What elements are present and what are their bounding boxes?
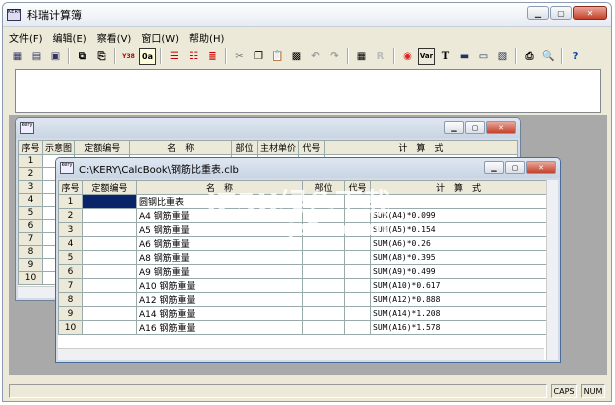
col-header-formula[interactable]: 计 算 式: [370, 180, 547, 195]
col-header-alias[interactable]: 代号: [297, 140, 325, 155]
table-row[interactable]: 3 A5 钢筋重量 SUM(A5)*0.154: [58, 222, 547, 237]
caps-indicator: CAPS: [551, 384, 577, 398]
col-header-formula[interactable]: 计 算 式: [323, 140, 518, 155]
table-row[interactable]: 5 A8 钢筋重量 SUM(A8)*0.395: [58, 250, 547, 265]
col-header-index[interactable]: 序号: [18, 140, 43, 155]
menu-edit[interactable]: 编辑(E): [53, 30, 87, 45]
var-icon[interactable]: Var: [418, 47, 435, 65]
table-row[interactable]: 6 A9 钢筋重量 SUM(A9)*0.499: [58, 264, 547, 279]
menu-file[interactable]: 文件(F): [9, 30, 43, 45]
table-row[interactable]: 4 A6 钢筋重量 SUM(A6)*0.26: [58, 236, 547, 251]
close-button[interactable]: ✕: [573, 6, 607, 20]
copy-page-icon[interactable]: ⧉: [74, 48, 91, 65]
col-header-price[interactable]: 主材单价: [256, 140, 299, 155]
print-icon[interactable]: ⎙: [521, 48, 538, 65]
help-icon[interactable]: ?: [567, 48, 584, 65]
redo-icon[interactable]: ↷: [326, 48, 343, 65]
format-icon[interactable]: ▩: [288, 48, 305, 65]
col-header-code[interactable]: 定额编号: [73, 140, 131, 155]
table-row[interactable]: 7 A10 钢筋重量 SUM(A10)*0.617: [58, 278, 547, 293]
a-icon[interactable]: 0a: [139, 47, 156, 65]
table-row[interactable]: 2 A4 钢筋重量 SUM(A4)*0.099: [58, 208, 547, 223]
text-icon[interactable]: T: [437, 48, 454, 65]
image-icon[interactable]: ▭: [475, 48, 492, 65]
picture-icon[interactable]: ▬: [456, 48, 473, 65]
undo-icon[interactable]: ↶: [307, 48, 324, 65]
cut-icon[interactable]: ✂: [231, 48, 248, 65]
child-maximize-button[interactable]: ▢: [465, 121, 485, 134]
mdi-workspace: kery ▁ ▢ ✕ 序号 示意图 定额编号 名 称 部位 主材单价 代号 计 …: [9, 115, 607, 375]
menu-bar: 文件(F) 编辑(E) 察看(V) 窗口(W) 帮助(H): [3, 29, 611, 45]
col-header-diagram[interactable]: 示意图: [41, 140, 75, 155]
col-header-name[interactable]: 名 称: [136, 180, 303, 195]
calc-icon[interactable]: ▦: [353, 48, 370, 65]
delete-row-icon[interactable]: ☷: [185, 48, 202, 65]
r-icon[interactable]: R: [372, 48, 389, 65]
front-horizontal-scrollbar[interactable]: [58, 348, 544, 360]
copy-icon[interactable]: ❐: [250, 48, 267, 65]
child-close-button[interactable]: ✕: [486, 121, 516, 134]
formula-edit-box[interactable]: [15, 69, 601, 113]
front-vertical-scrollbar[interactable]: [546, 180, 558, 360]
col-header-part[interactable]: 部位: [231, 140, 258, 155]
table-row[interactable]: 8 A12 钢筋重量 SUM(A12)*0.888: [58, 292, 547, 307]
child-window-front: kery C:\KERY\CalcBook\钢筋比重表.clb ▁ ▢ ✕ 序号…: [55, 157, 561, 363]
menu-view[interactable]: 察看(V): [97, 30, 132, 45]
child-minimize-button[interactable]: ▁: [444, 121, 464, 134]
new-file-icon[interactable]: ▦: [9, 48, 26, 65]
menu-window[interactable]: 窗口(W): [141, 30, 179, 45]
minimize-button[interactable]: ▁: [527, 6, 549, 20]
table-row[interactable]: 10 A16 钢筋重量 SUM(A16)*1.578: [58, 320, 547, 335]
col-header-part[interactable]: 部位: [302, 180, 345, 195]
document-icon: kery: [60, 162, 74, 174]
col-header-name[interactable]: 名 称: [129, 140, 233, 155]
color-wheel-icon[interactable]: ◉: [399, 48, 416, 65]
paste-page-icon[interactable]: ⎘: [93, 48, 110, 65]
y38-icon[interactable]: Y38: [120, 48, 137, 65]
front-table: 序号 定额编号 名 称 部位 代号 计 算 式 1 圆钢比重表 2 A4 钢筋重量 S…: [58, 180, 547, 335]
status-message: [9, 384, 547, 398]
maximize-button[interactable]: ▢: [550, 6, 572, 20]
table-row[interactable]: 9 A14 钢筋重量 SUM(A14)*1.208: [58, 306, 547, 321]
selected-cell[interactable]: [82, 194, 137, 209]
insert-row-icon[interactable]: ☰: [166, 48, 183, 65]
col-header-code[interactable]: 定额编号: [82, 180, 137, 195]
toolbar: ▦ ▤ ▣ ⧉ ⎘ Y38 0a ☰ ☷ ≣ ✂ ❐ 📋 ▩ ↶ ↷ ▦ R ◉…: [5, 45, 609, 67]
child-title-bar-front[interactable]: kery C:\KERY\CalcBook\钢筋比重表.clb ▁ ▢ ✕: [56, 158, 560, 178]
table-row[interactable]: 1 圆钢比重表: [58, 194, 547, 209]
child-close-button[interactable]: ✕: [526, 161, 556, 174]
child-minimize-button[interactable]: ▁: [484, 161, 504, 174]
new-sheet-icon[interactable]: ▤: [28, 48, 45, 65]
col-header-index[interactable]: 序号: [58, 180, 83, 195]
paste-icon[interactable]: 📋: [269, 48, 286, 65]
num-indicator: NUM: [581, 384, 605, 398]
append-row-icon[interactable]: ≣: [204, 48, 221, 65]
app-window: KERY 科瑞计算簿 ▁ ▢ ✕ 文件(F) 编辑(E) 察看(V) 窗口(W)…: [2, 2, 612, 402]
app-icon: KERY: [7, 8, 21, 21]
menu-help[interactable]: 帮助(H): [189, 30, 224, 45]
title-bar[interactable]: KERY 科瑞计算簿 ▁ ▢ ✕: [3, 3, 611, 27]
document-icon: kery: [20, 122, 34, 134]
child-window-title: C:\KERY\CalcBook\钢筋比重表.clb: [79, 164, 239, 176]
status-bar: CAPS NUM: [3, 381, 611, 401]
child-title-bar-back[interactable]: kery ▁ ▢ ✕: [16, 118, 520, 138]
front-grid[interactable]: 序号 定额编号 名 称 部位 代号 计 算 式 1 圆钢比重表 2 A4 钢筋重量 S…: [58, 180, 558, 360]
new-window-icon[interactable]: ▣: [47, 48, 64, 65]
window-title: 科瑞计算簿: [27, 8, 82, 22]
col-header-alias[interactable]: 代号: [344, 180, 371, 195]
child-maximize-button[interactable]: ▢: [505, 161, 525, 174]
chart-icon[interactable]: ▧: [494, 48, 511, 65]
print-preview-icon[interactable]: 🔍: [540, 48, 557, 65]
